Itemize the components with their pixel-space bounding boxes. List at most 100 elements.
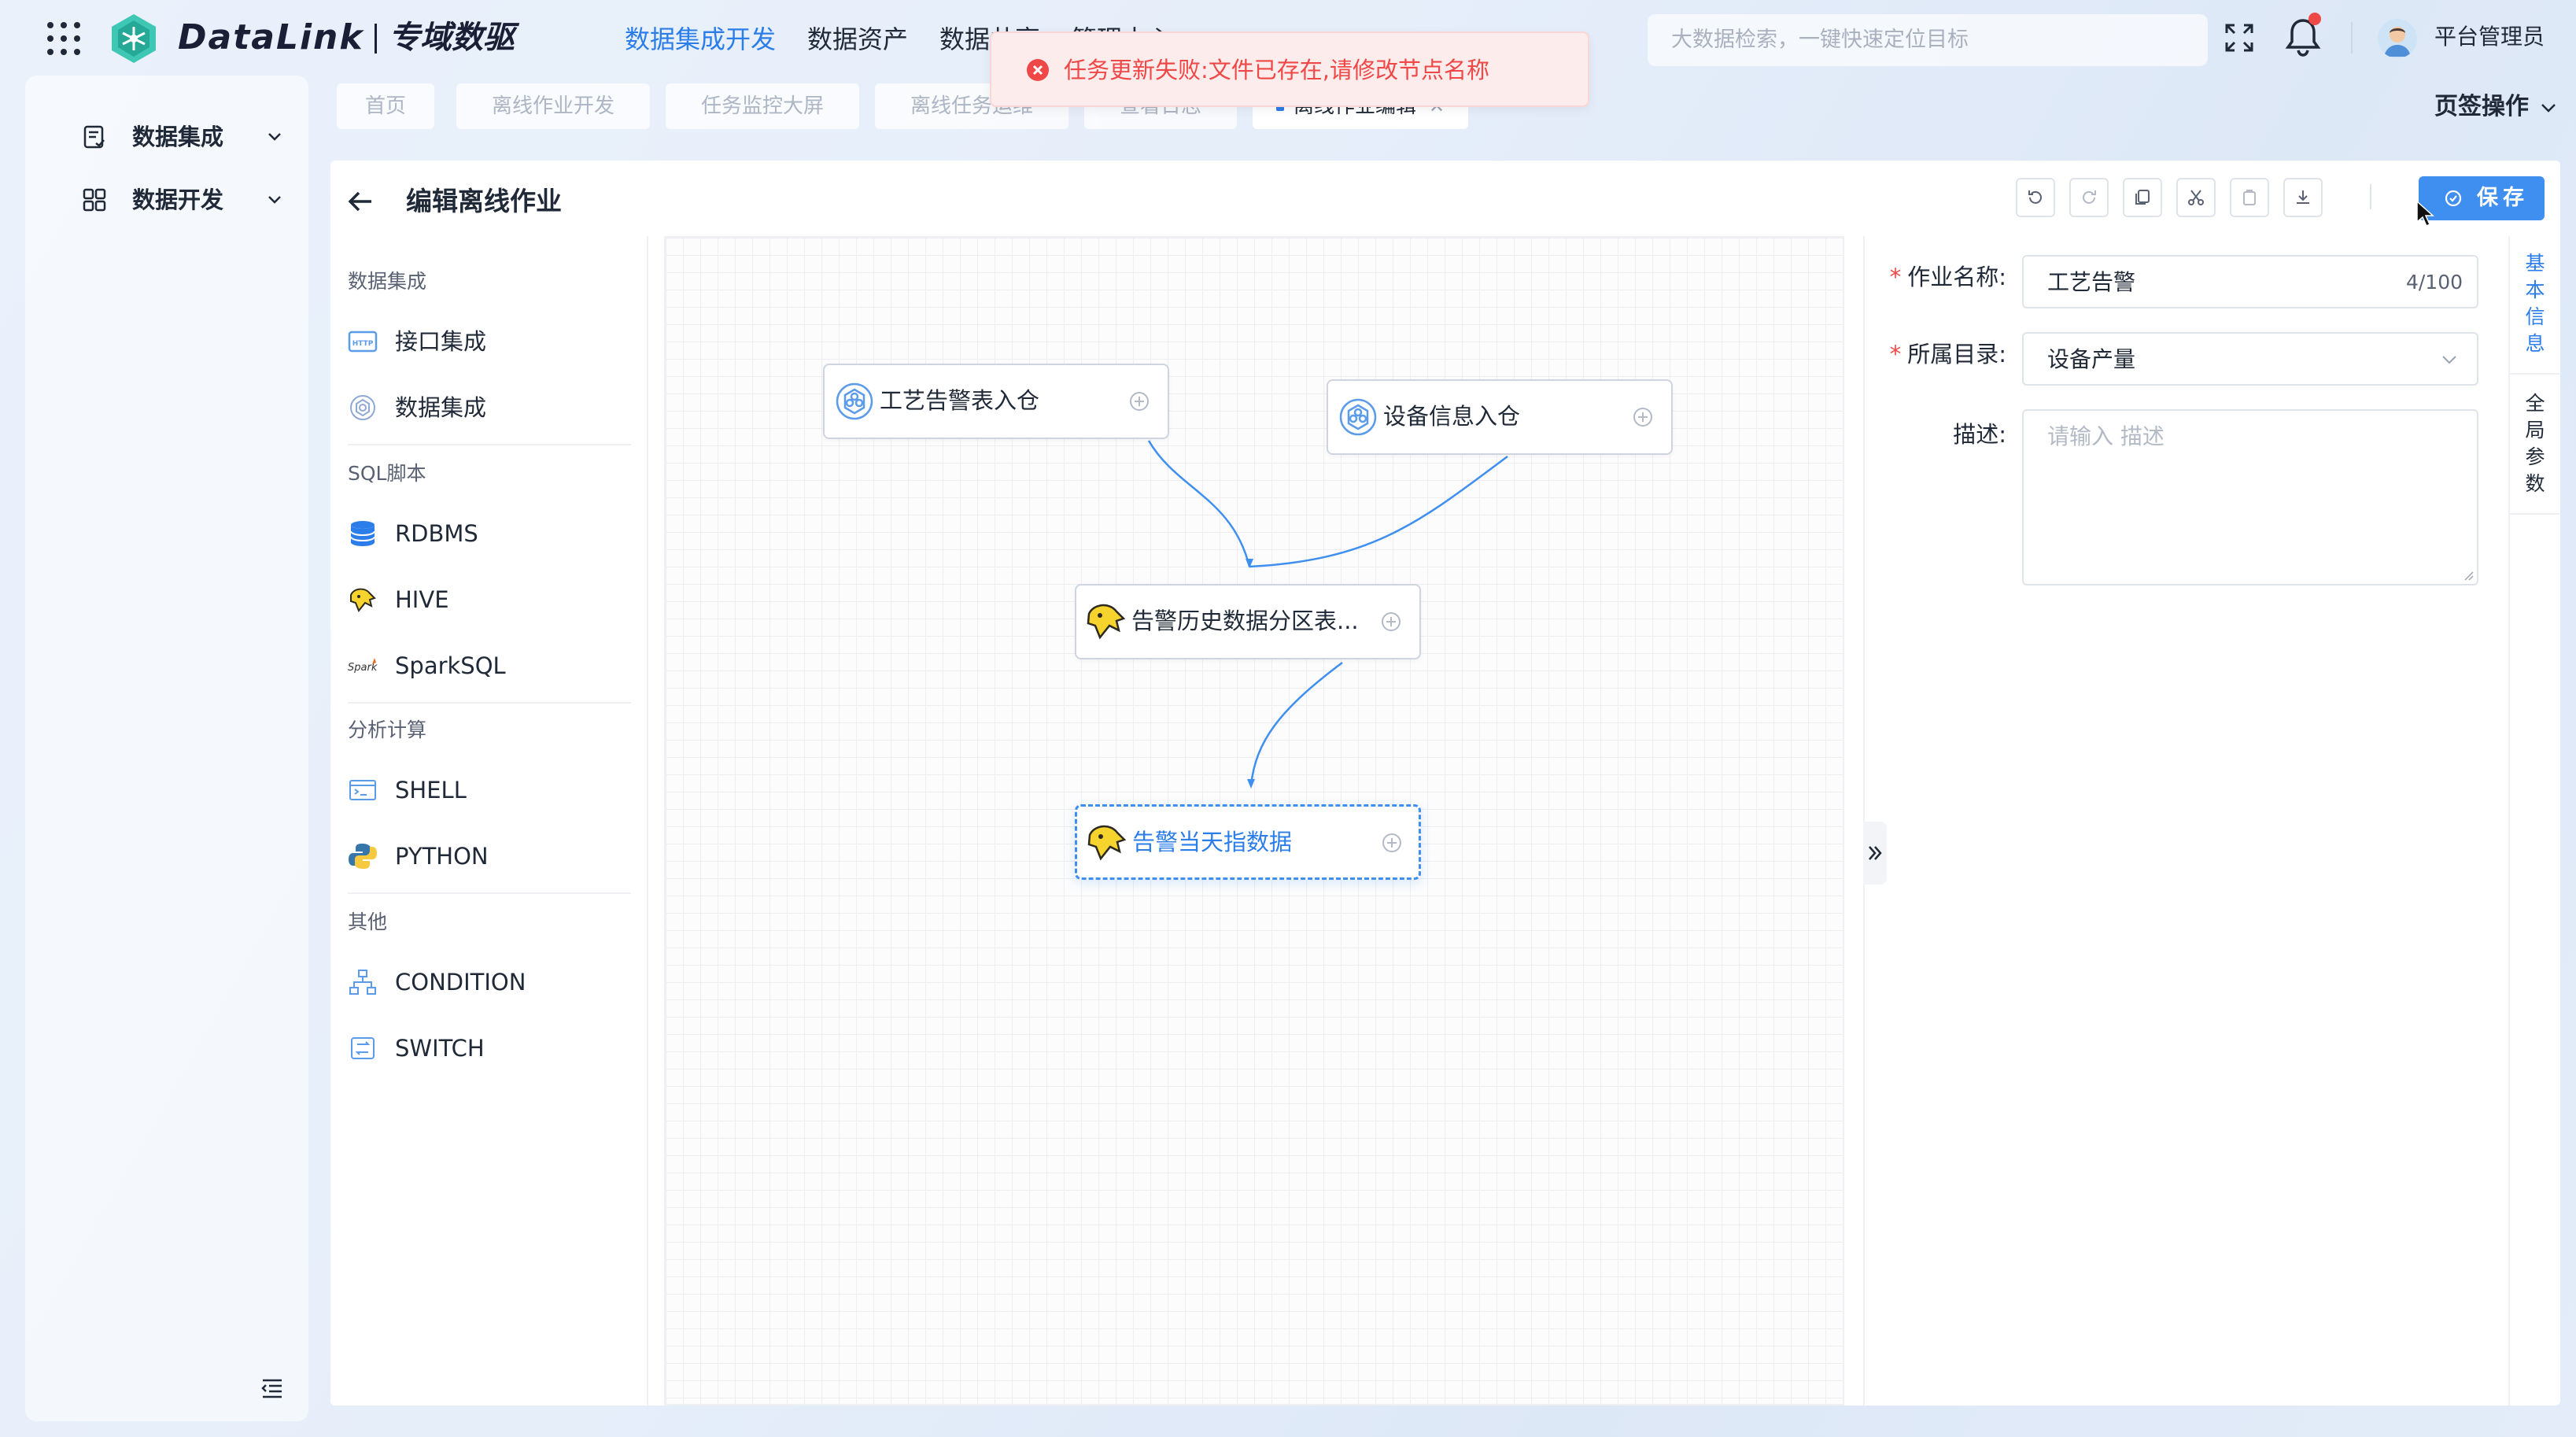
nav-data-integration-dev[interactable]: 数据集成开发 [625, 20, 776, 58]
cut-button[interactable] [2176, 178, 2216, 217]
side-tab-divider [2510, 513, 2560, 515]
palette-item-api-integration[interactable]: HTTP 接口集成 [348, 318, 631, 365]
spark-icon: Spark [348, 652, 378, 680]
palette-item-python[interactable]: PYTHON [348, 833, 631, 880]
sidebar-item-label: 数据开发 [132, 187, 224, 213]
tab-global-params[interactable]: 全局参数 [2510, 390, 2560, 497]
edge-2 [1249, 455, 1508, 568]
fullscreen-icon[interactable] [2224, 22, 2255, 54]
node-palette: 数据集成 HTTP 接口集成 数据集成 SQL脚本 RDBMS HIVE Spa… [330, 236, 648, 1406]
node-label: 告警历史数据分区表... [1131, 608, 1359, 634]
palette-divider [348, 702, 631, 704]
http-icon: HTTP [348, 327, 378, 356]
palette-item-label: SHELL [395, 777, 467, 803]
add-node-icon[interactable] [1380, 611, 1402, 633]
expand-panel-handle[interactable] [1863, 822, 1887, 885]
header-divider [2351, 22, 2353, 54]
description-textarea[interactable]: 请输入 描述 [2022, 409, 2478, 586]
workflow-canvas[interactable]: 工艺告警表入仓 设备信息入仓 告警历史数据分区表... 告警当天指数据 [664, 236, 1844, 1406]
datalink-logo-icon [109, 13, 159, 65]
add-node-icon[interactable] [1128, 390, 1150, 412]
collapse-sidebar-icon[interactable] [260, 1376, 285, 1401]
sidebar-item-data-integration[interactable]: 数据集成 [55, 113, 291, 161]
sidebar-item-data-development[interactable]: 数据开发 [55, 176, 291, 223]
hive-icon [348, 586, 378, 614]
char-count: 4/100 [2405, 271, 2463, 294]
chevron-down-icon [266, 194, 283, 206]
user-name[interactable]: 平台管理员 [2434, 20, 2545, 54]
palette-item-label: RDBMS [395, 520, 478, 547]
workflow-node[interactable]: 工艺告警表入仓 [823, 364, 1169, 439]
brand-subtitle: 专域数驱 [389, 20, 515, 56]
workflow-node[interactable]: 告警历史数据分区表... [1075, 584, 1421, 659]
left-sidebar: 数据集成 数据开发 [25, 76, 308, 1421]
undo-button[interactable] [2016, 178, 2055, 217]
tab-offline-job-dev[interactable]: 离线作业开发 [456, 83, 650, 129]
toolbar-divider [2370, 184, 2371, 209]
grid-apps-icon [82, 187, 107, 212]
tab-basic-info[interactable]: 基本信息 [2510, 250, 2560, 357]
palette-item-label: PYTHON [395, 843, 489, 870]
job-name-label: * 作业名称: [1889, 264, 2006, 290]
brand-name: DataLink [178, 17, 364, 57]
download-button[interactable] [2283, 178, 2323, 217]
add-node-icon[interactable] [1381, 832, 1403, 854]
sidebar-item-label: 数据集成 [132, 124, 224, 150]
nav-data-assets[interactable]: 数据资产 [807, 20, 908, 58]
data-integration-icon [348, 393, 378, 422]
palette-item-label: 接口集成 [395, 328, 487, 355]
paste-button[interactable] [2230, 178, 2269, 217]
palette-item-label: SparkSQL [395, 652, 506, 679]
tab-task-monitor[interactable]: 任务监控大屏 [666, 83, 859, 129]
global-search-input[interactable]: 大数据检索，一键快速定位目标 [1648, 14, 2208, 66]
palette-item-shell[interactable]: SHELL [348, 767, 631, 814]
palette-item-hive[interactable]: HIVE [348, 576, 631, 623]
add-node-icon[interactable] [1632, 406, 1654, 428]
error-icon [1026, 58, 1050, 82]
job-name-value: 工艺告警 [2047, 269, 2136, 295]
palette-item-rdbms[interactable]: RDBMS [348, 510, 631, 557]
job-name-input[interactable]: 工艺告警 4/100 [2022, 255, 2478, 308]
edge-3 [1249, 662, 1343, 786]
back-arrow-icon[interactable] [346, 187, 375, 216]
chevron-down-icon [2540, 102, 2557, 113]
page-title: 编辑离线作业 [406, 186, 562, 216]
palette-item-label: HIVE [395, 586, 449, 613]
notification-badge [2308, 13, 2321, 25]
description-label: 描述: [1953, 421, 2006, 448]
workflow-node[interactable]: 设备信息入仓 [1327, 379, 1673, 455]
page-operations-menu[interactable]: 页签操作 [2434, 90, 2529, 124]
palette-item-label: CONDITION [395, 969, 526, 996]
node-label: 工艺告警表入仓 [880, 387, 1040, 414]
resize-grip-icon[interactable] [2461, 568, 2474, 581]
palette-group-title: 其他 [348, 911, 388, 933]
search-placeholder: 大数据检索，一键快速定位目标 [1671, 28, 1969, 52]
description-placeholder: 请输入 描述 [2047, 423, 2165, 449]
palette-item-sparksql[interactable]: Spark SparkSQL [348, 642, 631, 689]
hive-icon [1084, 600, 1128, 644]
palette-item-switch[interactable]: SWITCH [348, 1025, 631, 1072]
terminal-icon [348, 776, 378, 804]
save-button[interactable]: 保存 [2419, 176, 2545, 220]
palette-divider [348, 444, 631, 445]
user-avatar[interactable] [2378, 19, 2417, 58]
tab-label: 基本信息 [2525, 252, 2545, 355]
workflow-node-selected[interactable]: 告警当天指数据 [1075, 804, 1421, 880]
data-integration-icon [1336, 395, 1380, 439]
edge-1 [1147, 440, 1251, 567]
palette-group-title: SQL脚本 [348, 462, 426, 485]
tab-home[interactable]: 首页 [337, 83, 434, 129]
redo-button[interactable] [2069, 178, 2109, 217]
directory-select[interactable]: 设备产量 [2022, 332, 2478, 386]
palette-item-condition[interactable]: CONDITION [348, 959, 631, 1006]
job-editor-panel: 编辑离线作业 保存 数据集成 HTTP 接口集成 数据集成 SQL脚本 RDBM… [330, 161, 2560, 1406]
save-label: 保存 [2477, 186, 2529, 210]
palette-group-title: 分析计算 [348, 718, 427, 741]
palette-item-label: SWITCH [395, 1035, 485, 1062]
edge-3-arrow [1247, 779, 1255, 789]
python-icon [348, 842, 378, 870]
apps-grid-icon[interactable] [44, 19, 83, 58]
copy-button[interactable] [2123, 178, 2162, 217]
palette-item-data-integration[interactable]: 数据集成 [348, 384, 631, 431]
chevron-down-icon [2441, 354, 2458, 365]
